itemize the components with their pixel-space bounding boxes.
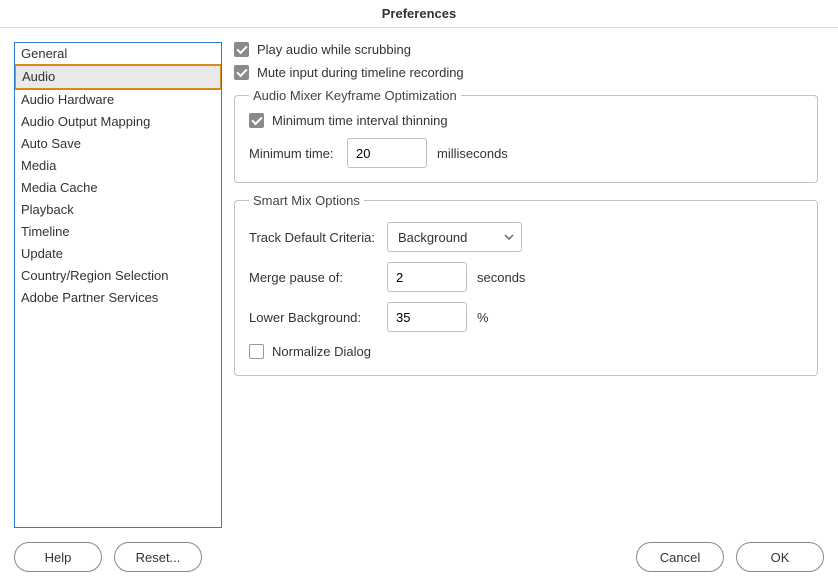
sidebar-item-audio-hardware[interactable]: Audio Hardware (15, 89, 221, 111)
help-button[interactable]: Help (14, 542, 102, 572)
normalize-dialog-checkbox[interactable] (249, 344, 264, 359)
reset-button[interactable]: Reset... (114, 542, 202, 572)
sidebar-item-country-region[interactable]: Country/Region Selection (15, 265, 221, 287)
footer-right: Cancel OK (636, 542, 824, 572)
titlebar: Preferences (0, 0, 838, 28)
window-title: Preferences (382, 6, 456, 21)
minimum-time-label: Minimum time: (249, 146, 337, 161)
thinning-label: Minimum time interval thinning (272, 113, 448, 128)
play-audio-scrubbing-checkbox[interactable] (234, 42, 249, 57)
mute-input-recording-checkbox[interactable] (234, 65, 249, 80)
sidebar-item-media[interactable]: Media (15, 155, 221, 177)
sidebar-item-general[interactable]: General (15, 43, 221, 65)
sidebar-item-update[interactable]: Update (15, 243, 221, 265)
mute-input-recording-row: Mute input during timeline recording (234, 65, 818, 80)
track-default-select[interactable]: Background (387, 222, 522, 252)
settings-panel: Play audio while scrubbing Mute input du… (234, 42, 824, 528)
merge-pause-unit: seconds (477, 270, 525, 285)
smart-mix-group: Smart Mix Options Track Default Criteria… (234, 193, 818, 376)
sidebar-item-audio[interactable]: Audio (14, 64, 222, 90)
play-audio-scrubbing-label: Play audio while scrubbing (257, 42, 411, 57)
ok-button[interactable]: OK (736, 542, 824, 572)
merge-pause-row: Merge pause of: seconds (249, 262, 803, 292)
merge-pause-input[interactable] (387, 262, 467, 292)
track-default-value: Background (398, 230, 467, 245)
sidebar-item-auto-save[interactable]: Auto Save (15, 133, 221, 155)
minimum-time-row: Minimum time: milliseconds (249, 138, 803, 168)
cancel-button[interactable]: Cancel (636, 542, 724, 572)
play-audio-scrubbing-row: Play audio while scrubbing (234, 42, 818, 57)
mute-input-recording-label: Mute input during timeline recording (257, 65, 464, 80)
sidebar-item-timeline[interactable]: Timeline (15, 221, 221, 243)
sidebar-item-partner-services[interactable]: Adobe Partner Services (15, 287, 221, 309)
lower-background-label: Lower Background: (249, 310, 377, 325)
content-area: General Audio Audio Hardware Audio Outpu… (0, 28, 838, 528)
merge-pause-label: Merge pause of: (249, 270, 377, 285)
sidebar-item-playback[interactable]: Playback (15, 199, 221, 221)
footer-left: Help Reset... (14, 542, 202, 572)
track-default-label: Track Default Criteria: (249, 230, 377, 245)
thinning-checkbox[interactable] (249, 113, 264, 128)
sidebar-item-media-cache[interactable]: Media Cache (15, 177, 221, 199)
normalize-dialog-label: Normalize Dialog (272, 344, 371, 359)
lower-background-unit: % (477, 310, 489, 325)
lower-background-row: Lower Background: % (249, 302, 803, 332)
normalize-dialog-row: Normalize Dialog (249, 344, 803, 359)
preferences-category-list[interactable]: General Audio Audio Hardware Audio Outpu… (14, 42, 222, 528)
thinning-row: Minimum time interval thinning (249, 113, 803, 128)
dialog-footer: Help Reset... Cancel OK (14, 542, 824, 572)
keyframe-optimization-group: Audio Mixer Keyframe Optimization Minimu… (234, 88, 818, 183)
lower-background-input[interactable] (387, 302, 467, 332)
minimum-time-input[interactable] (347, 138, 427, 168)
minimum-time-unit: milliseconds (437, 146, 508, 161)
keyframe-optimization-legend: Audio Mixer Keyframe Optimization (249, 88, 461, 103)
smart-mix-legend: Smart Mix Options (249, 193, 364, 208)
sidebar-item-audio-output-mapping[interactable]: Audio Output Mapping (15, 111, 221, 133)
track-default-row: Track Default Criteria: Background (249, 222, 803, 252)
